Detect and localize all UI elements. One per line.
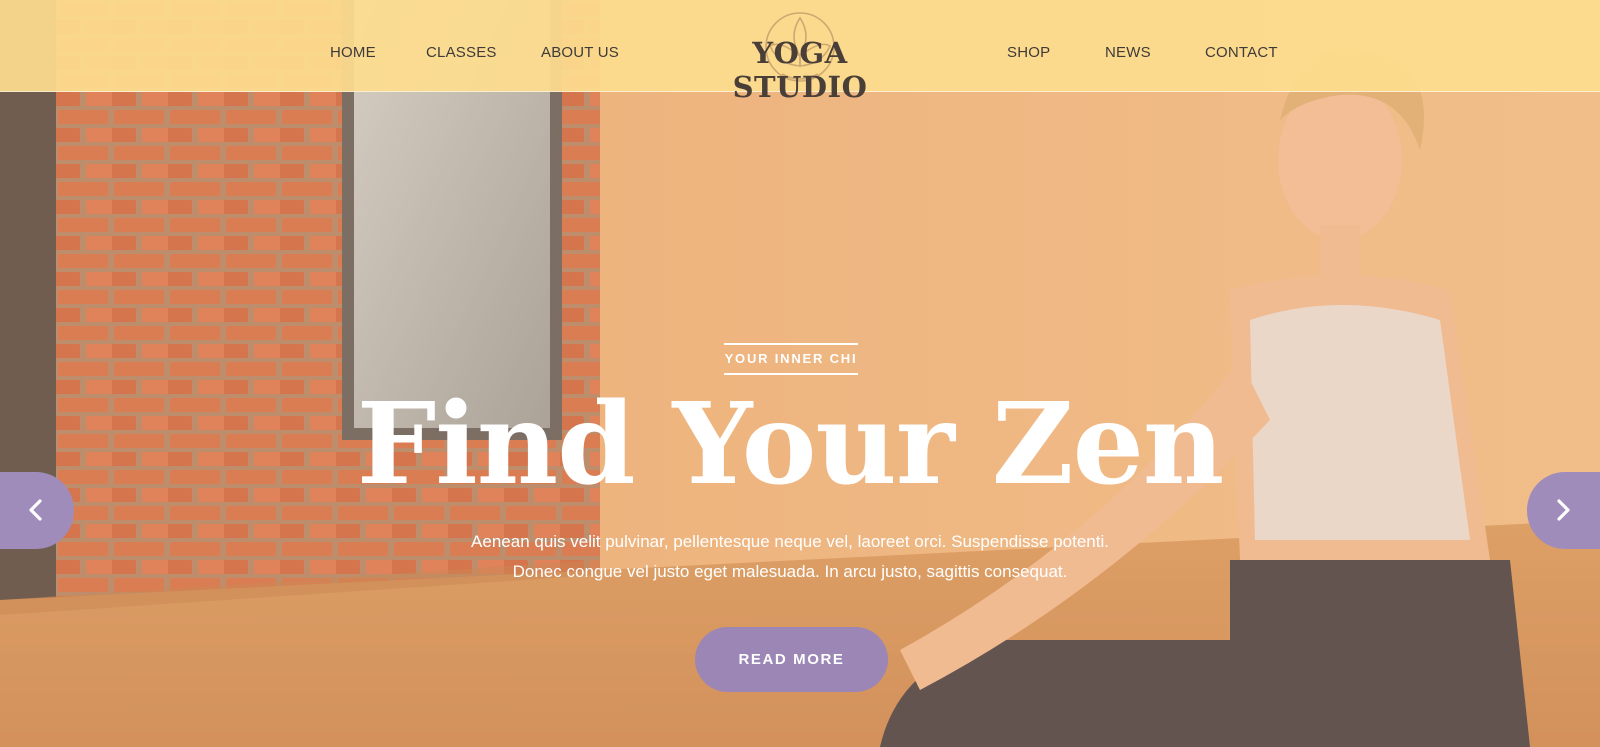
- hero-section: YOUR INNER CHI Find Your Zen Aenean quis…: [0, 0, 1600, 747]
- hero-subtext-line-2: Donec congue vel justo eget malesuada. I…: [512, 562, 1068, 581]
- logo[interactable]: YOGA STUDIO: [690, 6, 910, 104]
- chevron-right-icon: [1557, 499, 1570, 521]
- nav-news[interactable]: NEWS: [1105, 44, 1151, 61]
- nav-shop[interactable]: SHOP: [1007, 44, 1050, 61]
- slider-prev-button[interactable]: [0, 472, 74, 549]
- hero-eyebrow: YOUR INNER CHI: [724, 343, 858, 375]
- logo-text: YOGA STUDIO: [732, 36, 868, 104]
- hero-subtext: Aenean quis velit pulvinar, pellentesque…: [350, 527, 1230, 587]
- nav-about-us[interactable]: ABOUT US: [541, 44, 619, 61]
- hero-subtext-line-1: Aenean quis velit pulvinar, pellentesque…: [471, 532, 1109, 551]
- nav-home[interactable]: HOME: [330, 44, 376, 61]
- hero-headline: Find Your Zen: [356, 379, 1225, 510]
- site-header: HOME CLASSES ABOUT US YOGA STUDIO SHOP N…: [0, 0, 1600, 104]
- nav-classes[interactable]: CLASSES: [426, 44, 497, 61]
- slider-next-button[interactable]: [1527, 472, 1600, 549]
- nav-contact[interactable]: CONTACT: [1205, 44, 1278, 61]
- read-more-button[interactable]: READ MORE: [695, 627, 888, 692]
- chevron-left-icon: [29, 499, 42, 521]
